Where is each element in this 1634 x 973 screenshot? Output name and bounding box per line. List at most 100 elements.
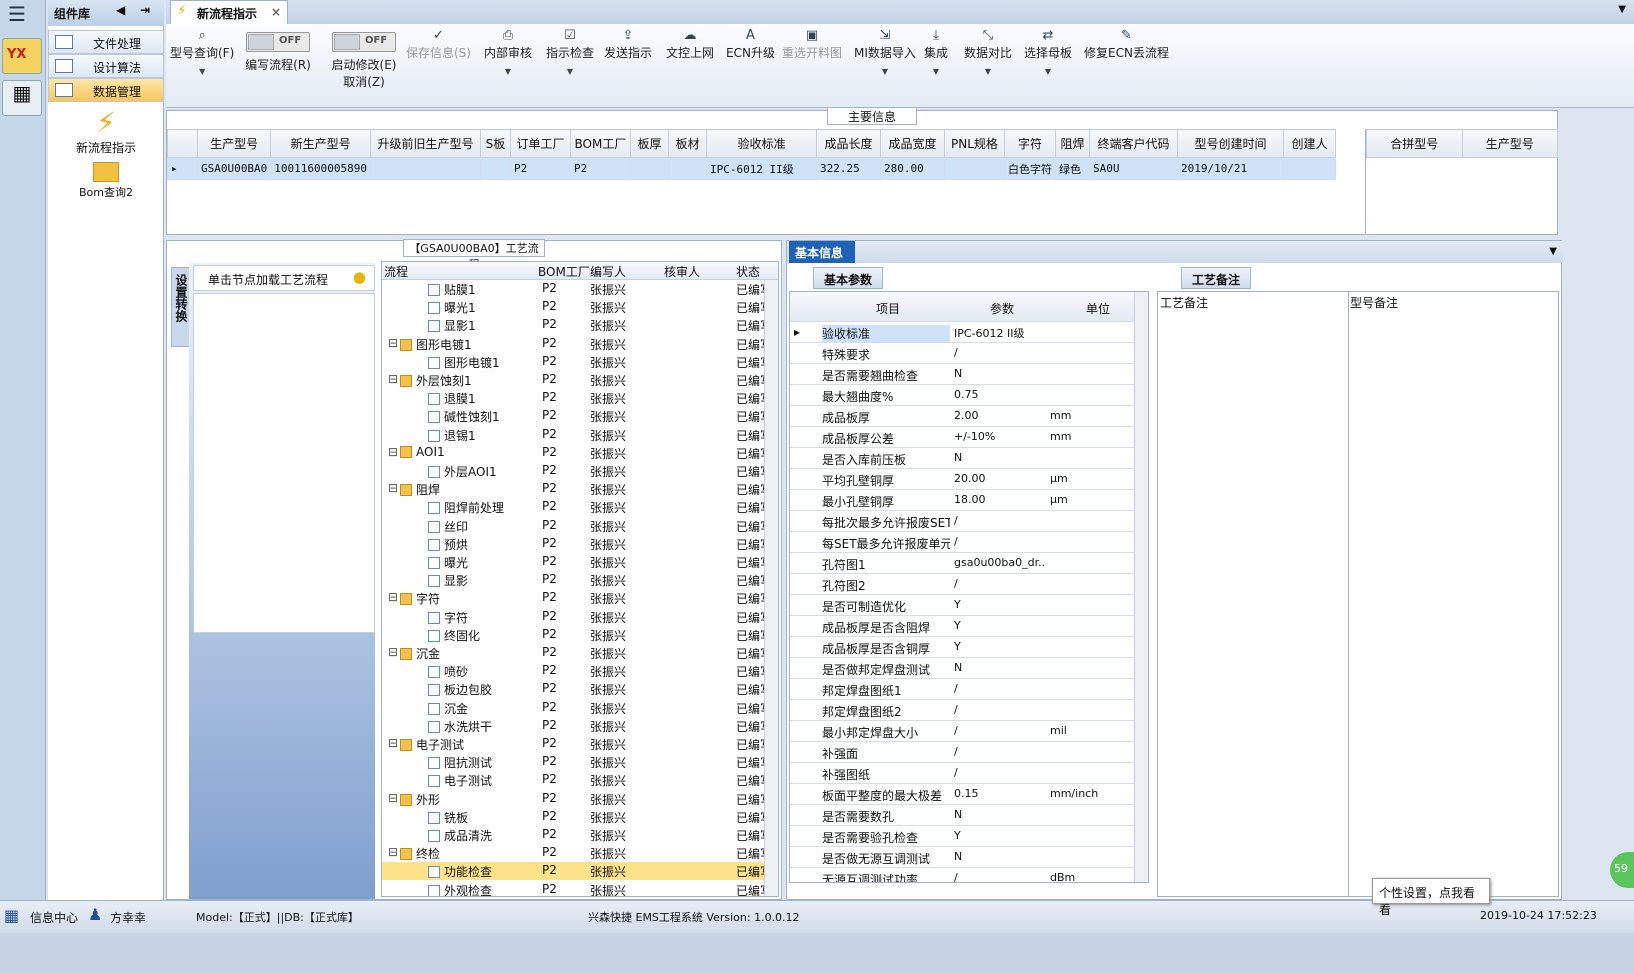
collapse-icon[interactable]: ⊟ xyxy=(388,590,398,604)
param-row[interactable]: 成品板厚是否含铜厚 Y xyxy=(790,637,1134,658)
col-12[interactable]: 字符 xyxy=(1003,129,1056,158)
param-value[interactable]: 0.15 xyxy=(954,787,1046,800)
cell-5[interactable]: P2 xyxy=(569,157,631,180)
calculator-icon[interactable]: ▦ xyxy=(2,80,42,116)
param-value[interactable]: +/-10% xyxy=(954,430,1046,443)
select-mother-board-button[interactable]: ⇄ 选择母板 ▼ xyxy=(1024,28,1072,76)
yx-app-icon[interactable]: YX xyxy=(2,38,42,74)
cell-16[interactable] xyxy=(1282,157,1336,180)
collapse-icon[interactable]: ⊟ xyxy=(388,791,398,805)
flow-row[interactable]: 沉金 P2 张振兴 已编写 xyxy=(382,699,778,717)
flow-row[interactable]: 电子测试 P2 张振兴 已编写 xyxy=(382,771,778,789)
param-value[interactable]: Y xyxy=(954,829,1046,842)
table-row[interactable]: ▸ GSA0U00BA0 10011600005890 P2 P2 IPC-6012 II… xyxy=(167,157,1336,180)
cell-2[interactable] xyxy=(369,157,481,180)
dropdown-icon[interactable]: ▼ xyxy=(170,67,234,76)
doc-online-button[interactable]: ☁ 文控上网 xyxy=(666,28,714,61)
param-row[interactable]: 最小邦定焊盘大小 / mil xyxy=(790,721,1134,742)
param-value[interactable]: Y xyxy=(954,619,1046,632)
cell-15[interactable]: 2019/10/21 xyxy=(1176,157,1284,180)
flow-row[interactable]: 阻焊前处理 P2 张振兴 已编写 xyxy=(382,498,778,516)
ecn-upgrade-button[interactable]: A ECN升级 xyxy=(726,28,775,61)
data-compare-button[interactable]: ⤡ 数据对比 ▼ xyxy=(964,28,1012,76)
param-row[interactable]: 是否做无源互调测试 N xyxy=(790,847,1134,868)
param-row[interactable]: 孔符图2 / xyxy=(790,574,1134,595)
flow-row[interactable]: 曝光 P2 张振兴 已编写 xyxy=(382,553,778,571)
param-value[interactable]: N xyxy=(954,661,1046,674)
edit-flow-toggle[interactable]: OFF xyxy=(246,32,310,52)
param-value[interactable]: / xyxy=(954,346,1046,359)
param-row[interactable]: 是否需要数孔 N xyxy=(790,805,1134,826)
flow-row[interactable]: 外观检查 P2 张振兴 已编写 xyxy=(382,881,778,896)
dropdown-icon[interactable]: ▼ xyxy=(924,67,948,76)
param-row[interactable]: 补强图纸 / xyxy=(790,763,1134,784)
cell-1[interactable]: 10011600005890 xyxy=(270,157,371,180)
flow-row[interactable]: ⊟ 图形电镀1 P2 张振兴 已编写 xyxy=(382,335,778,353)
param-row[interactable]: 最小孔壁铜厚 18.00 μm xyxy=(790,490,1134,511)
param-row[interactable]: 特殊要求 / xyxy=(790,343,1134,364)
flow-row[interactable]: 字符 P2 张振兴 已编写 xyxy=(382,608,778,626)
flow-row[interactable]: 水洗烘干 P2 张振兴 已编写 xyxy=(382,717,778,735)
notification-badge[interactable]: 59 xyxy=(1610,852,1634,888)
param-row[interactable]: 成品板厚是否含阻焊 Y xyxy=(790,616,1134,637)
lib-item-design[interactable]: 设计算法 xyxy=(48,54,164,78)
integrate-button[interactable]: ⤓ 集成 ▼ xyxy=(924,28,948,76)
lib-item-data[interactable]: 数据管理 xyxy=(48,78,164,102)
flow-row[interactable]: 阻抗测试 P2 张振兴 已编写 xyxy=(382,753,778,771)
side-tab[interactable]: 设置转换 xyxy=(171,267,191,347)
flow-scrollbar[interactable] xyxy=(764,280,778,896)
param-value[interactable]: Y xyxy=(954,598,1046,611)
col-3[interactable]: S板 xyxy=(479,129,511,158)
collapse-icon[interactable]: ⊟ xyxy=(388,845,398,859)
chevron-down-icon[interactable]: ▼ xyxy=(1549,246,1557,257)
cell-7[interactable] xyxy=(667,157,707,180)
shortcut-new-flow[interactable]: ⚡ 新流程指示 xyxy=(48,106,164,156)
col-8[interactable]: 验收标准 xyxy=(705,129,817,158)
flow-row[interactable]: 功能检查 P2 张振兴 已编写 xyxy=(382,862,778,881)
flow-row[interactable]: ⊟ 阻焊 P2 张振兴 已编写 xyxy=(382,480,778,498)
flow-row[interactable]: 板边包胶 P2 张振兴 已编写 xyxy=(382,680,778,698)
tab-process-remarks[interactable]: 工艺备注 xyxy=(1181,267,1251,289)
param-value[interactable]: / xyxy=(954,766,1046,779)
flow-row[interactable]: 曝光1 P2 张振兴 已编写 xyxy=(382,298,778,316)
cell-6[interactable] xyxy=(629,157,669,180)
internal-review-button[interactable]: ⎙ 内部审核 ▼ xyxy=(484,28,532,76)
dropdown-icon[interactable]: ▼ xyxy=(964,67,1012,76)
col-7[interactable]: 板材 xyxy=(667,129,707,158)
param-value[interactable]: / xyxy=(954,724,1046,737)
param-value[interactable]: gsa0u00ba0_dr... xyxy=(954,556,1046,569)
param-row[interactable]: 是否可制造优化 Y xyxy=(790,595,1134,616)
param-row[interactable]: 补强面 / xyxy=(790,742,1134,763)
param-value[interactable]: 18.00 xyxy=(954,493,1046,506)
param-scrollbar[interactable] xyxy=(1134,292,1148,882)
param-row[interactable]: 孔符图1 gsa0u00ba0_dr... xyxy=(790,553,1134,574)
info-center-link[interactable]: 信息中心 xyxy=(30,909,78,926)
flow-row[interactable]: ⊟ 终检 P2 张振兴 已编写 xyxy=(382,844,778,862)
param-row[interactable]: 最大翘曲度% 0.75 xyxy=(790,385,1134,406)
flow-row[interactable]: 外层AOI1 P2 张振兴 已编写 xyxy=(382,462,778,480)
param-row[interactable]: 成品板厚 2.00 mm xyxy=(790,406,1134,427)
param-row[interactable]: 每批次最多允许报废SET / xyxy=(790,511,1134,532)
param-value[interactable]: Y xyxy=(954,640,1046,653)
param-value[interactable]: N xyxy=(954,808,1046,821)
collapse-icon[interactable]: ⊟ xyxy=(388,481,398,495)
dropdown-icon[interactable]: ▼ xyxy=(484,67,532,76)
param-row[interactable]: 板面平整度的最大极差 0.15 mm/inch xyxy=(790,784,1134,805)
flow-row[interactable]: ⊟ 外层蚀刻1 P2 张振兴 已编写 xyxy=(382,371,778,389)
tab-basic-info[interactable]: 基本信息 xyxy=(789,241,855,263)
cell-9[interactable]: 322.25 xyxy=(815,157,881,180)
param-value[interactable]: 0.75 xyxy=(954,388,1046,401)
param-row[interactable]: 平均孔壁铜厚 20.00 μm xyxy=(790,469,1134,490)
flow-row[interactable]: ⊟ 电子测试 P2 张振兴 已编写 xyxy=(382,735,778,753)
cell-13[interactable]: 绿色 xyxy=(1054,157,1090,180)
cell-11[interactable] xyxy=(943,157,1005,180)
param-value[interactable]: / xyxy=(954,682,1046,695)
col-14[interactable]: 终端客户代码 xyxy=(1088,129,1178,158)
col-16[interactable]: 创建人 xyxy=(1282,129,1336,158)
col-1[interactable]: 新生产型号 xyxy=(270,129,371,158)
cell-3[interactable] xyxy=(479,157,511,180)
flow-row[interactable]: 图形电镀1 P2 张振兴 已编写 xyxy=(382,353,778,371)
load-hint[interactable]: 单击节点加载工艺流程 ● xyxy=(193,265,375,291)
param-row[interactable]: 邦定焊盘图纸1 / xyxy=(790,679,1134,700)
flow-row[interactable]: 显影 P2 张振兴 已编写 xyxy=(382,571,778,589)
